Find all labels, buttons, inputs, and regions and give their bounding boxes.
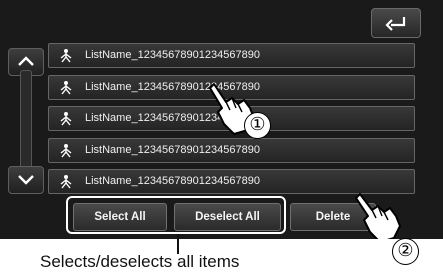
person-icon [60,112,72,126]
step-2-badge: ② [392,238,419,265]
person-icon [60,81,72,95]
chevron-down-icon [18,175,34,185]
pointing-hand-icon [355,193,401,239]
person-icon [60,144,72,158]
chevron-up-icon [18,56,34,66]
step-1-badge: ① [244,112,271,139]
caption: Selects/deselects all items [40,252,240,271]
back-button[interactable] [371,8,421,38]
person-icon [60,49,72,63]
deselect-all-button[interactable]: Deselect All [174,203,281,231]
back-arrow-icon [385,17,406,31]
list-item-label: ListName_12345678901234567890 [85,144,260,156]
list-item[interactable]: ListName_12345678901234567890 [48,43,415,68]
person-icon [60,175,72,189]
list-item-label: ListName_12345678901234567890 [85,49,260,61]
list-item-label: ListName_12345678901234567890 [85,175,260,187]
scrollbar-track[interactable] [20,70,32,168]
scroll-down-button[interactable] [8,166,44,194]
caption-pointer [177,234,179,254]
list-item[interactable]: ListName_12345678901234567890 [48,138,415,163]
select-all-button[interactable]: Select All [73,203,167,231]
device-screen: ListName_12345678901234567890 ListName_1… [0,0,443,239]
